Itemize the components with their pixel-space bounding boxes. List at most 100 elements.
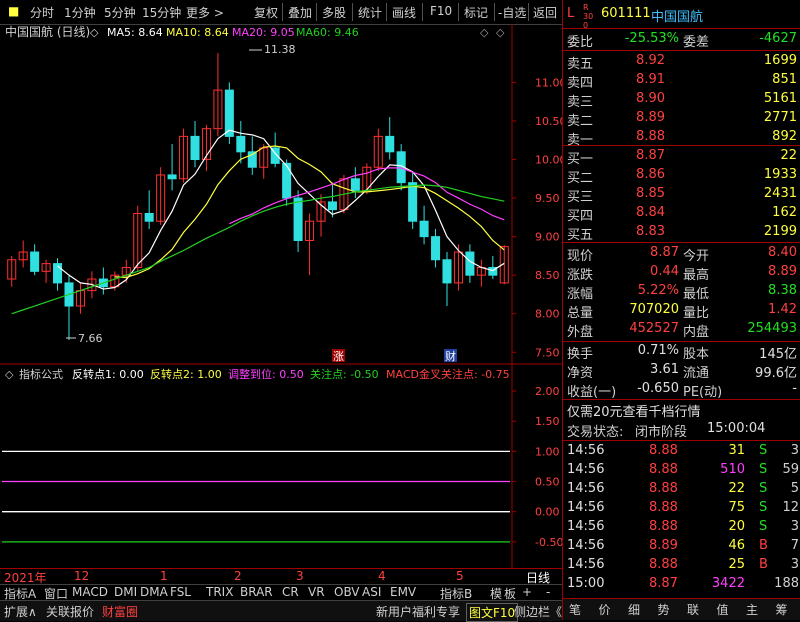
ask-row: 卖一 8.88 892: [563, 128, 800, 148]
ma5-label: MA5: 8.64: [107, 26, 163, 39]
indicator-tab[interactable]: CR: [282, 585, 299, 599]
time-axis-dec: 12: [74, 569, 90, 583]
indicator-tab[interactable]: TRIX: [206, 585, 233, 599]
stat-row: 收益(一) -0.650 PE(动) -: [563, 380, 800, 400]
chart-settings-icon[interactable]: ◇: [480, 26, 489, 39]
indicator-p1: 反转点1: 0.00: [72, 367, 144, 381]
fuquan-button[interactable]: 复权: [254, 4, 278, 21]
tick-volume: 510: [720, 462, 745, 477]
tick-side: S: [759, 443, 768, 458]
panel-tab[interactable]: 细: [628, 601, 640, 618]
stat-value: 0.71%: [637, 343, 679, 358]
remove-watchlist-button[interactable]: -自选: [498, 4, 526, 21]
zhang-badge[interactable]: 涨: [333, 350, 344, 363]
bid-label: 买二: [567, 171, 594, 186]
panel-tab[interactable]: 笔: [569, 601, 581, 618]
tick-time: 15:00: [567, 576, 605, 591]
sidebar-toggle-button[interactable]: 侧边栏《: [514, 603, 562, 620]
indicator-tab[interactable]: BRAR: [240, 585, 273, 599]
panel-tab[interactable]: 值: [717, 601, 729, 618]
time-axis-jan: 1: [160, 569, 168, 583]
indicator-tab[interactable]: EMV: [390, 585, 416, 599]
f10-button[interactable]: F10: [430, 4, 452, 18]
panel-tab[interactable]: 筹: [776, 601, 788, 618]
back-button[interactable]: 返回: [533, 4, 557, 21]
ask-label: 卖四: [567, 76, 594, 91]
indicator-menu-icon[interactable]: ◇: [5, 368, 14, 381]
price-tick-label: 8.50: [535, 269, 560, 282]
indicator-tab[interactable]: ASI: [362, 585, 381, 599]
cai-badge[interactable]: 财: [445, 349, 456, 363]
panel-tab[interactable]: 联: [687, 601, 699, 618]
promo-text[interactable]: 仅需20元查看千档行情: [567, 401, 701, 420]
tab-1min[interactable]: 1分钟: [64, 4, 96, 21]
stat-row: 净资 3.61 流通 99.6亿: [563, 361, 800, 381]
tick-side: B: [759, 557, 768, 572]
bid-price: 8.87: [636, 148, 665, 163]
panel-tab[interactable]: 主: [746, 601, 758, 618]
tick-count: 12: [782, 500, 799, 515]
kline-chart[interactable]: 11.0010.5010.009.509.008.508.007.502.001…: [0, 24, 562, 584]
tick-count: 5: [790, 481, 799, 496]
price-tick-label: 11.00: [535, 76, 562, 89]
tab-intraday[interactable]: 分时: [30, 4, 54, 21]
ask-row: 卖二 8.89 2771: [563, 109, 800, 129]
quote-value: 5.22%: [637, 283, 679, 298]
ma5-line: [57, 129, 505, 290]
multi-stock-button[interactable]: 多股: [322, 4, 346, 21]
indicator-tab[interactable]: DMA: [140, 585, 168, 599]
ask-volume: 2771: [763, 110, 797, 125]
tab-15min[interactable]: 15分钟: [142, 4, 181, 21]
tick-time: 14:56: [567, 481, 605, 496]
overlay-button[interactable]: 叠加: [288, 4, 312, 21]
indicator-tab[interactable]: OBV: [334, 585, 360, 599]
tick-count: 59: [782, 462, 799, 477]
tab-more[interactable]: 更多 >: [186, 4, 224, 21]
tick-row: 15:00 8.87 3422 188: [563, 575, 800, 595]
stock-prefix: L: [567, 6, 575, 21]
time-axis-mar: 3: [296, 569, 304, 583]
indicator-p2: 反转点2: 1.00: [150, 367, 222, 381]
bid-row: 买四 8.84 162: [563, 204, 800, 224]
tick-price: 8.89: [649, 538, 678, 553]
indicator-name: 指标公式: [19, 367, 63, 381]
panel-tab[interactable]: 势: [658, 601, 670, 618]
bid-label: 买四: [567, 209, 594, 224]
wealth-circle-button[interactable]: 财富圈: [102, 603, 138, 620]
quote-value: 0.44: [650, 264, 679, 279]
panel-tab[interactable]: 价: [599, 601, 611, 618]
candle-body: [282, 162, 292, 199]
stat-label: 股本: [683, 347, 710, 362]
candle-body: [293, 197, 303, 241]
promo-row[interactable]: 仅需20元查看千档行情: [563, 400, 800, 420]
expand-button[interactable]: 扩展∧: [4, 603, 37, 620]
f10-graphic-button[interactable]: 图文F10: [466, 603, 519, 622]
indicator-tab[interactable]: +: [522, 585, 532, 599]
tick-count: 7: [790, 538, 799, 553]
indicator-tab[interactable]: VR: [308, 585, 325, 599]
price-tick-label: 10.50: [535, 115, 562, 128]
price-tick-label: 9.00: [535, 231, 560, 244]
indicator-tab[interactable]: MACD: [72, 585, 108, 599]
indicator-tab[interactable]: -: [546, 585, 550, 599]
tab-timeshare[interactable]: ■: [8, 4, 19, 18]
draw-button[interactable]: 画线: [392, 4, 416, 21]
related-quotes-button[interactable]: 关联报价: [46, 603, 94, 620]
tick-volume: 75: [728, 500, 745, 515]
indicator-tab[interactable]: DMI: [114, 585, 137, 599]
weicha-label: 委差: [683, 35, 710, 50]
chart-menu-icon[interactable]: ◇: [90, 26, 99, 39]
tick-price: 8.88: [649, 443, 678, 458]
tab-5min[interactable]: 5分钟: [104, 4, 136, 21]
mark-button[interactable]: 标记: [464, 4, 488, 21]
price-tick-label: 7.50: [535, 346, 560, 359]
stat-value: 99.6亿: [755, 366, 797, 381]
new-user-benefit-link[interactable]: 新用户福利专享: [376, 603, 460, 620]
indicator-tab[interactable]: FSL: [170, 585, 191, 599]
bid-price: 8.83: [636, 224, 665, 239]
indicator-tick-label: 2.00: [535, 385, 560, 398]
chart-lock-icon[interactable]: ◇: [496, 26, 505, 39]
ask-price: 8.88: [636, 129, 665, 144]
quote-value: 254493: [747, 321, 797, 336]
stats-button[interactable]: 统计: [358, 4, 382, 21]
